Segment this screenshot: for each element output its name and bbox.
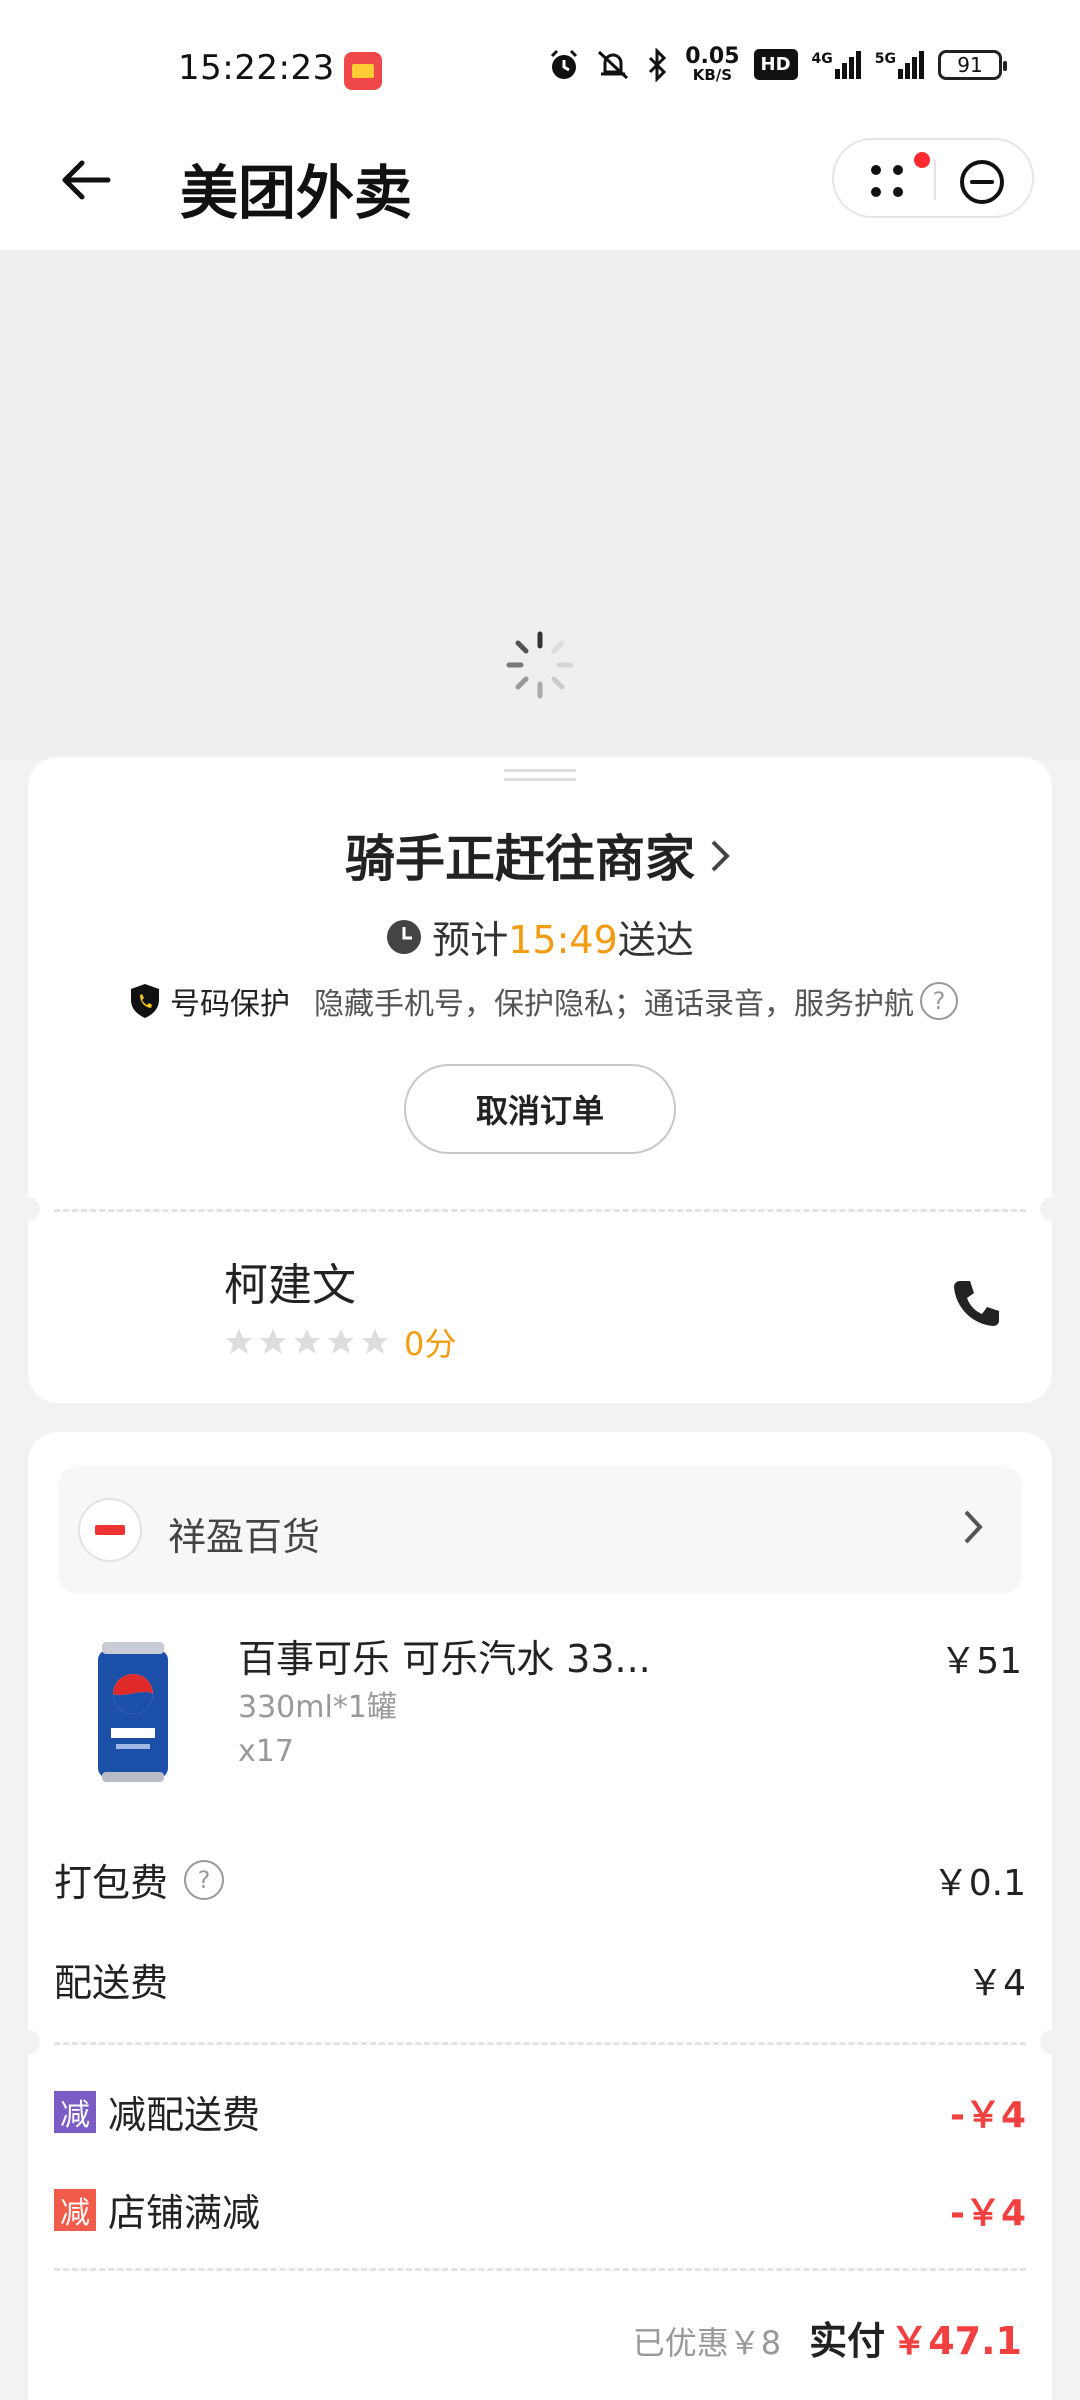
title-bar: 美团外卖	[0, 130, 1080, 250]
discount-value: -￥4	[950, 2094, 1026, 2136]
privacy-title: 号码保护	[170, 987, 290, 1022]
card-notch-left	[16, 2030, 40, 2054]
order-status-card: 骑手正赶往商家 预计15:49送达 号码保护 隐藏手机号，保护隐私；通话录音，服…	[16, 757, 1064, 1403]
star-icon	[294, 1329, 320, 1354]
eta-prefix: 预计	[432, 918, 509, 962]
privacy-description: 隐藏手机号，保护隐私；通话录音，服务护航	[314, 987, 914, 1022]
help-icon[interactable]: ?	[920, 982, 958, 1020]
notification-app-icon	[344, 52, 382, 90]
bluetooth-icon	[649, 47, 667, 82]
paid-amount: ￥47.1	[890, 2319, 1022, 2363]
network-4g-label: 4G	[811, 50, 833, 67]
loading-spinner-icon	[506, 631, 574, 699]
close-mini-program-icon[interactable]	[958, 158, 1006, 206]
product-name: 百事可乐 可乐汽水 33...	[238, 1637, 651, 1681]
signal-5g-icon: 5G	[874, 50, 924, 79]
battery-level: 91	[957, 52, 983, 77]
order-status-headline[interactable]: 骑手正赶往商家	[28, 819, 1052, 891]
capsule-divider	[934, 160, 936, 200]
clock-icon	[387, 919, 422, 954]
eta-suffix: 送达	[617, 918, 694, 962]
help-icon[interactable]: ?	[184, 1859, 225, 1900]
map-area[interactable]	[0, 250, 1080, 760]
net-speed-value: 0.05	[685, 44, 740, 69]
paid-label: 实付	[809, 2319, 886, 2363]
dashed-divider	[54, 2268, 1026, 2271]
card-notch-left	[16, 1197, 40, 1221]
dashed-divider	[54, 2042, 1026, 2045]
delivery-fee-row: 配送费 ￥4	[54, 1952, 1026, 2007]
card-notch-right	[1040, 1197, 1064, 1221]
status-time: 15:22:23	[178, 48, 335, 88]
alarm-icon	[551, 49, 578, 79]
order-detail-card: 祥盈百货 百事可乐 可乐汽水 33... 330ml*1罐 x17 ￥51 打包…	[16, 1432, 1064, 2400]
notification-dot	[914, 152, 930, 168]
discount-row-delivery: 减减配送费 -￥4	[54, 2084, 1026, 2139]
eta-line: 预计15:49送达	[28, 909, 1052, 964]
mute-bell-icon	[598, 50, 629, 79]
number-protection-row[interactable]: 号码保护 隐藏手机号，保护隐私；通话录音，服务护航 ?	[128, 979, 958, 1023]
star-icon	[328, 1329, 354, 1354]
more-dots-icon[interactable]	[868, 162, 906, 200]
total-row: 已优惠￥8 实付 ￥47.1	[633, 2310, 1022, 2365]
product-price: ￥51	[940, 1641, 1022, 1682]
battery-icon: 91	[938, 49, 1007, 80]
rider-name: 柯建文	[224, 1260, 356, 1311]
discount-tag: 减	[54, 2090, 96, 2133]
status-bar: 15:22:23 0.05 KB/S HD 4G 5G 91	[0, 0, 1080, 130]
delivery-fee-value: ￥4	[967, 1962, 1026, 2004]
packing-fee-row: 打包费? ￥0.1	[54, 1852, 1026, 1907]
signal-4g-icon: 4G	[811, 50, 861, 79]
network-speed: 0.05 KB/S	[685, 46, 739, 83]
card-notch-right	[1040, 2030, 1064, 2054]
cancel-order-button[interactable]: 取消订单	[404, 1064, 676, 1154]
shield-phone-icon	[131, 984, 159, 1018]
star-icon	[362, 1329, 388, 1354]
packing-fee-value: ￥0.1	[932, 1862, 1026, 1904]
saved-amount: 已优惠￥8	[632, 2324, 782, 2362]
network-5g-label: 5G	[874, 50, 896, 67]
net-speed-unit: KB/S	[692, 66, 733, 84]
dashed-divider	[54, 1209, 1026, 1212]
packing-fee-label: 打包费	[54, 1861, 169, 1905]
rider-rating: 0分	[224, 1319, 456, 1365]
chevron-right-icon	[711, 840, 730, 872]
discount-row-store: 减店铺满减 -￥4	[54, 2182, 1026, 2237]
star-icon	[260, 1329, 286, 1354]
shop-row[interactable]: 祥盈百货	[58, 1466, 1022, 1594]
order-status-text: 骑手正赶往商家	[345, 830, 695, 888]
rating-score: 0分	[404, 1325, 457, 1363]
mini-program-capsule	[832, 138, 1034, 218]
shop-name: 祥盈百货	[168, 1515, 321, 1559]
discount-label: 减配送费	[108, 2093, 261, 2137]
star-icon	[226, 1329, 252, 1354]
eta-time: 15:49	[508, 918, 618, 962]
status-icons: 0.05 KB/S HD 4G 5G 91	[547, 46, 1007, 83]
page-title: 美团外卖	[180, 159, 413, 227]
back-arrow-icon[interactable]	[56, 150, 116, 210]
drag-handle[interactable]	[504, 769, 576, 781]
phone-icon[interactable]	[948, 1275, 1004, 1331]
delivery-fee-label: 配送费	[54, 1961, 169, 2005]
shop-logo	[78, 1498, 142, 1562]
chevron-right-icon	[964, 1510, 983, 1544]
product-quantity: x17	[238, 1734, 294, 1769]
discount-label: 店铺满减	[108, 2191, 261, 2235]
product-spec: 330ml*1罐	[238, 1690, 397, 1725]
discount-tag: 减	[54, 2188, 96, 2231]
hd-badge: HD	[753, 49, 798, 80]
discount-value: -￥4	[950, 2192, 1026, 2234]
product-image-pepsi-can	[98, 1642, 168, 1782]
